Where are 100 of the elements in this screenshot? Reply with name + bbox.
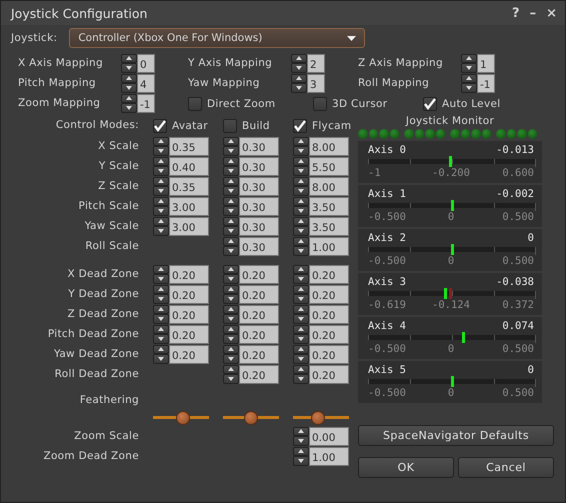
number-field[interactable]: 0.35 bbox=[169, 136, 209, 156]
number-field[interactable]: 0.30 bbox=[239, 216, 279, 236]
increment-button[interactable] bbox=[153, 284, 169, 294]
number-field[interactable]: -1 bbox=[137, 94, 155, 112]
increment-button[interactable] bbox=[293, 264, 309, 274]
increment-button[interactable] bbox=[293, 446, 309, 456]
decrement-button[interactable] bbox=[223, 226, 239, 236]
number-field[interactable]: 4 bbox=[137, 74, 155, 92]
decrement-button[interactable] bbox=[293, 294, 309, 304]
checkbox[interactable] bbox=[423, 97, 437, 111]
increment-button[interactable] bbox=[293, 284, 309, 294]
defaults-button[interactable]: SpaceNavigator Defaults bbox=[358, 425, 554, 446]
decrement-button[interactable] bbox=[223, 166, 239, 176]
decrement-button[interactable] bbox=[121, 83, 137, 92]
increment-button[interactable] bbox=[223, 344, 239, 354]
number-field[interactable]: -1 bbox=[477, 74, 495, 92]
increment-button[interactable] bbox=[121, 54, 137, 63]
increment-button[interactable] bbox=[223, 304, 239, 314]
decrement-button[interactable] bbox=[153, 186, 169, 196]
increment-button[interactable] bbox=[153, 344, 169, 354]
window-control[interactable]: ? bbox=[512, 6, 520, 20]
increment-button[interactable] bbox=[223, 264, 239, 274]
number-field[interactable]: 0.20 bbox=[309, 284, 349, 304]
window-control[interactable]: – bbox=[530, 6, 536, 20]
increment-button[interactable] bbox=[293, 156, 309, 166]
increment-button[interactable] bbox=[153, 136, 169, 146]
number-field[interactable]: 0.20 bbox=[309, 324, 349, 344]
number-field[interactable]: 3.50 bbox=[309, 216, 349, 236]
increment-button[interactable] bbox=[293, 236, 309, 246]
decrement-button[interactable] bbox=[291, 83, 307, 92]
checkbox[interactable] bbox=[293, 119, 307, 133]
increment-button[interactable] bbox=[293, 304, 309, 314]
decrement-button[interactable] bbox=[153, 294, 169, 304]
number-field[interactable]: 0.20 bbox=[309, 344, 349, 364]
slider-thumb[interactable] bbox=[244, 411, 258, 425]
number-field[interactable]: 1.00 bbox=[309, 236, 349, 256]
increment-button[interactable] bbox=[223, 196, 239, 206]
increment-button[interactable] bbox=[121, 94, 137, 103]
decrement-button[interactable] bbox=[461, 83, 477, 92]
number-field[interactable]: 0.30 bbox=[239, 196, 279, 216]
increment-button[interactable] bbox=[223, 236, 239, 246]
increment-button[interactable] bbox=[223, 156, 239, 166]
increment-button[interactable] bbox=[293, 196, 309, 206]
number-field[interactable]: 3.50 bbox=[309, 196, 349, 216]
decrement-button[interactable] bbox=[223, 374, 239, 384]
increment-button[interactable] bbox=[153, 264, 169, 274]
number-field[interactable]: 0.20 bbox=[169, 344, 209, 364]
decrement-button[interactable] bbox=[293, 374, 309, 384]
decrement-button[interactable] bbox=[153, 334, 169, 344]
decrement-button[interactable] bbox=[153, 166, 169, 176]
decrement-button[interactable] bbox=[223, 246, 239, 256]
number-field[interactable]: 0.20 bbox=[239, 344, 279, 364]
number-field[interactable]: 8.00 bbox=[309, 136, 349, 156]
decrement-button[interactable] bbox=[223, 186, 239, 196]
increment-button[interactable] bbox=[153, 176, 169, 186]
joystick-dropdown[interactable]: Controller (Xbox One For Windows) bbox=[69, 28, 366, 48]
number-field[interactable]: 0.40 bbox=[169, 156, 209, 176]
decrement-button[interactable] bbox=[291, 63, 307, 72]
number-field[interactable]: 0.20 bbox=[309, 304, 349, 324]
decrement-button[interactable] bbox=[293, 186, 309, 196]
decrement-button[interactable] bbox=[153, 274, 169, 284]
increment-button[interactable] bbox=[223, 324, 239, 334]
increment-button[interactable] bbox=[153, 156, 169, 166]
checkbox[interactable] bbox=[188, 97, 202, 111]
checkbox[interactable] bbox=[313, 97, 327, 111]
increment-button[interactable] bbox=[293, 176, 309, 186]
number-field[interactable]: 0.20 bbox=[239, 364, 279, 384]
number-field[interactable]: 0.30 bbox=[239, 136, 279, 156]
decrement-button[interactable] bbox=[223, 274, 239, 284]
increment-button[interactable] bbox=[223, 136, 239, 146]
decrement-button[interactable] bbox=[293, 166, 309, 176]
slider-thumb[interactable] bbox=[311, 411, 326, 425]
increment-button[interactable] bbox=[291, 54, 307, 63]
number-field[interactable]: 0.30 bbox=[239, 176, 279, 196]
increment-button[interactable] bbox=[223, 364, 239, 374]
number-field[interactable]: 0.20 bbox=[169, 324, 209, 344]
decrement-button[interactable] bbox=[223, 354, 239, 364]
decrement-button[interactable] bbox=[223, 314, 239, 324]
number-field[interactable]: 0.35 bbox=[169, 176, 209, 196]
number-field[interactable]: 0 bbox=[137, 54, 155, 72]
decrement-button[interactable] bbox=[223, 206, 239, 216]
decrement-button[interactable] bbox=[153, 314, 169, 324]
number-field[interactable]: 0.20 bbox=[239, 324, 279, 344]
slider-thumb[interactable] bbox=[176, 411, 190, 425]
number-field[interactable]: 0.20 bbox=[309, 364, 349, 384]
increment-button[interactable] bbox=[223, 176, 239, 186]
increment-button[interactable] bbox=[293, 344, 309, 354]
number-field[interactable]: 0.20 bbox=[309, 264, 349, 284]
decrement-button[interactable] bbox=[121, 103, 137, 112]
decrement-button[interactable] bbox=[293, 436, 309, 446]
number-field[interactable]: 0.30 bbox=[239, 156, 279, 176]
increment-button[interactable] bbox=[223, 216, 239, 226]
decrement-button[interactable] bbox=[293, 226, 309, 236]
number-field[interactable]: 3.00 bbox=[169, 196, 209, 216]
increment-button[interactable] bbox=[153, 216, 169, 226]
decrement-button[interactable] bbox=[293, 274, 309, 284]
increment-button[interactable] bbox=[461, 74, 477, 83]
decrement-button[interactable] bbox=[153, 226, 169, 236]
number-field[interactable]: 1.00 bbox=[309, 446, 349, 466]
decrement-button[interactable] bbox=[293, 354, 309, 364]
